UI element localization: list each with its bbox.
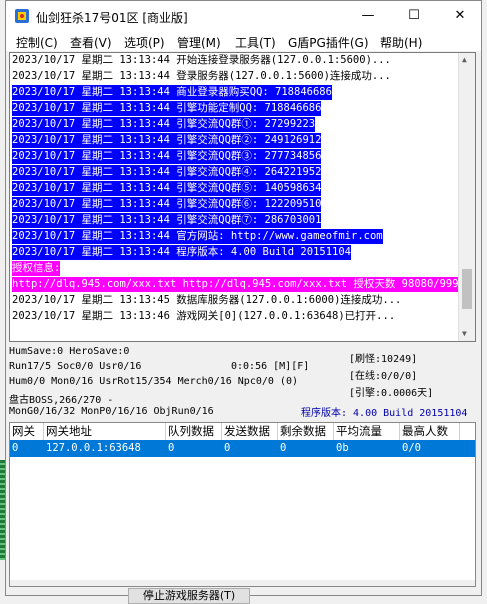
log-line: 2023/10/17 星期二 13:13:44 官方网站: http://www… bbox=[12, 229, 383, 244]
log-line: 2023/10/17 星期二 13:13:44 引擎交流QQ群④: 264221… bbox=[12, 165, 322, 180]
log-line: 2023/10/17 星期二 13:13:44 商业登录器购买QQ: 71884… bbox=[12, 85, 332, 100]
scroll-down-icon[interactable]: ▼ bbox=[462, 329, 467, 338]
server-window: 仙剑狂杀17号01区 [商业版] — ☐ ✕ 控制(C) 查看(V) 选项(P)… bbox=[5, 0, 482, 596]
remaining-data-cell: 0 bbox=[280, 442, 287, 454]
log-line: 2023/10/17 星期二 13:13:44 引擎交流QQ群⑤: 140598… bbox=[12, 181, 322, 196]
scrollbar-thumb[interactable] bbox=[462, 269, 472, 309]
column-header[interactable]: 队列数据 bbox=[166, 423, 222, 440]
menu-options[interactable]: 选项(P) bbox=[124, 34, 165, 51]
run-stats: Run17/5 Soc0/0 Usr0/16 bbox=[9, 361, 142, 372]
log-line: 2023/10/17 星期二 13:13:44 登录服务器(127.0.0.1:… bbox=[12, 70, 391, 82]
stop-game-server-button[interactable]: 停止游戏服务器(T) bbox=[128, 588, 250, 604]
log-line: 2023/10/17 星期二 13:13:44 引擎交流QQ群①: 272992… bbox=[12, 117, 316, 132]
gateway-table[interactable]: 网关 网关地址 队列数据 发送数据 剩余数据 平均流量 最高人数 0 127.0… bbox=[9, 422, 476, 587]
menu-manage[interactable]: 管理(M) bbox=[177, 34, 221, 51]
log-line: http://dlq.945.com/xxx.txt http://dlq.94… bbox=[12, 277, 472, 292]
log-line: 授权信息: bbox=[12, 261, 61, 276]
menu-control[interactable]: 控制(C) bbox=[16, 34, 58, 51]
title-bar[interactable]: 仙剑狂杀17号01区 [商业版] — ☐ ✕ bbox=[6, 1, 481, 31]
maximize-button[interactable]: ☐ bbox=[391, 1, 437, 31]
refresh-monster-count: [刷怪:10249] bbox=[349, 354, 418, 365]
engine-days: [引擎:0.0006天] bbox=[349, 388, 434, 399]
log-line: 2023/10/17 星期二 13:13:45 数据库服务器(127.0.0.1… bbox=[12, 294, 402, 306]
column-header[interactable]: 网关地址 bbox=[44, 423, 166, 440]
table-header: 网关 网关地址 队列数据 发送数据 剩余数据 平均流量 最高人数 bbox=[10, 423, 475, 441]
column-header[interactable]: 网关 bbox=[10, 423, 44, 440]
menu-help[interactable]: 帮助(H) bbox=[380, 34, 422, 51]
log-line: 2023/10/17 星期二 13:13:44 引擎交流QQ群⑦: 286703… bbox=[12, 213, 322, 228]
close-button[interactable]: ✕ bbox=[437, 1, 481, 31]
column-header[interactable]: 发送数据 bbox=[222, 423, 278, 440]
program-version: 程序版本: 4.00 Build 20151104 bbox=[301, 408, 468, 419]
log-output[interactable]: 2023/10/17 星期二 13:13:44 开始连接登录服务器(127.0.… bbox=[9, 52, 476, 342]
column-header[interactable]: 平均流量 bbox=[334, 423, 400, 440]
log-line: 2023/10/17 星期二 13:13:44 程序版本: 4.00 Build… bbox=[12, 245, 352, 260]
uptime: 0:0:56 [M][F] bbox=[231, 361, 310, 372]
menu-view[interactable]: 查看(V) bbox=[70, 34, 112, 51]
app-icon bbox=[15, 9, 29, 23]
log-line: 2023/10/17 星期二 13:13:44 引擎交流QQ群③: 277734… bbox=[12, 149, 322, 164]
log-scrollbar[interactable]: ▲ ▼ bbox=[458, 53, 475, 341]
column-header[interactable]: 剩余数据 bbox=[278, 423, 334, 440]
scroll-up-icon[interactable]: ▲ bbox=[462, 55, 467, 64]
log-line: 2023/10/17 星期二 13:13:44 引擎功能定制QQ: 718846… bbox=[12, 101, 322, 116]
boss-stats: 盘古BOSS,266/270 - bbox=[9, 395, 114, 406]
queue-data-cell: 0 bbox=[168, 442, 175, 454]
minimize-button[interactable]: — bbox=[345, 1, 391, 31]
log-line: 2023/10/17 星期二 13:13:44 引擎交流QQ群②: 249126… bbox=[12, 133, 322, 148]
window-title: 仙剑狂杀17号01区 [商业版] bbox=[36, 11, 188, 25]
max-players-cell: 0/0 bbox=[402, 442, 421, 454]
save-stats: HumSave:0 HeroSave:0 bbox=[9, 346, 130, 357]
avg-traffic-cell: 0b bbox=[336, 442, 349, 454]
column-header[interactable]: 最高人数 bbox=[400, 423, 460, 440]
menu-bar: 控制(C) 查看(V) 选项(P) 管理(M) 工具(T) G盾PG插件(G) … bbox=[6, 31, 481, 51]
menu-tools[interactable]: 工具(T) bbox=[235, 34, 276, 51]
log-line: 2023/10/17 星期二 13:13:44 引擎交流QQ群⑥: 122209… bbox=[12, 197, 322, 212]
table-scrollbar[interactable] bbox=[10, 580, 475, 586]
gateway-address-cell: 127.0.0.1:63648 bbox=[46, 442, 141, 454]
status-panel: HumSave:0 HeroSave:0 Run17/5 Soc0/0 Usr0… bbox=[9, 344, 476, 420]
monster-run-stats: MonG0/16/32 MonP0/16/16 ObjRun0/16 bbox=[9, 406, 214, 417]
gateway-id-cell: 0 bbox=[12, 442, 19, 454]
table-row[interactable]: 0 127.0.0.1:63648 0 0 0 0b 0/0 bbox=[10, 440, 475, 457]
sent-data-cell: 0 bbox=[224, 442, 231, 454]
log-line: 2023/10/17 星期二 13:13:44 开始连接登录服务器(127.0.… bbox=[12, 54, 391, 66]
online-count: [在线:0/0/0] bbox=[349, 371, 418, 382]
human-monster-stats: Hum0/0 Mon0/16 UsrRot15/354 Merch0/16 Np… bbox=[9, 376, 298, 387]
log-line: 2023/10/17 星期二 13:13:46 游戏网关[0](127.0.0.… bbox=[12, 310, 396, 322]
menu-gdun-plugin[interactable]: G盾PG插件(G) bbox=[288, 34, 369, 51]
